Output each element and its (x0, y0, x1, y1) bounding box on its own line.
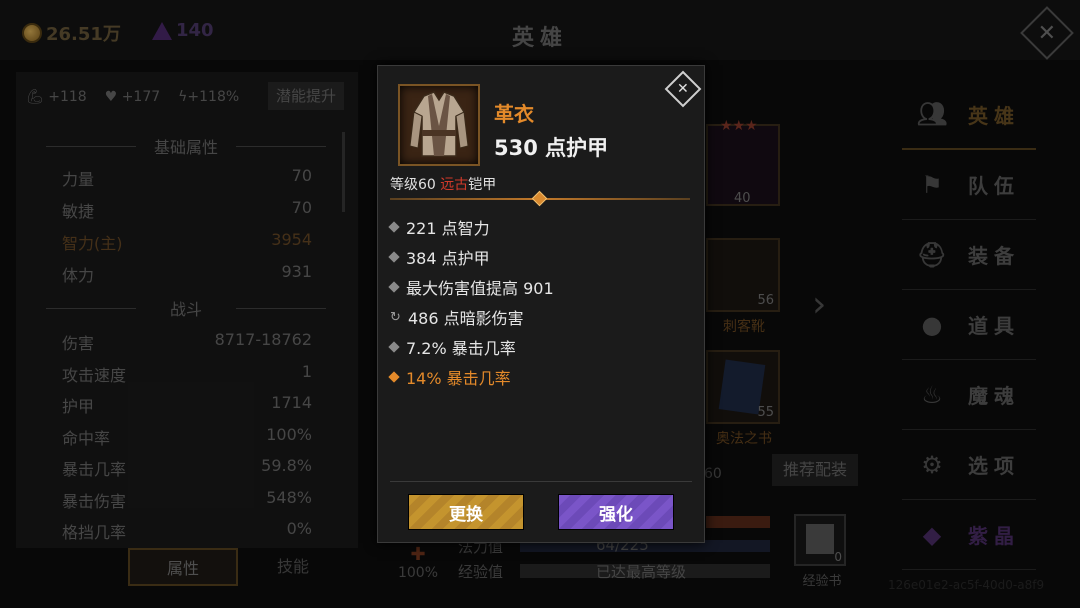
side-navigation: 👥︎ 英雄 ⚑ 队伍 ⛑︎ 装备 ● 道具 ♨ 魔魂 ⚙ 选项 ◆ 紫晶 (902, 80, 1036, 570)
next-arrow-icon[interactable]: › (812, 284, 826, 325)
combat-row-damage: 伤害 8717-18762 (62, 330, 312, 353)
health-bar-remnant (706, 516, 770, 528)
nav-item-amethyst[interactable]: ◆ 紫晶 (902, 500, 1036, 570)
exp-book-icon (806, 524, 834, 554)
exp-book-label: 经验书 (802, 574, 842, 589)
attr-row-agility: 敏捷 70 (62, 198, 312, 221)
attr-row-stamina: 体力 931 (62, 262, 312, 285)
upgrade-button[interactable]: 强化 (558, 494, 674, 530)
tab-attributes[interactable]: 属性 (128, 548, 239, 586)
heart-icon: ♥ (104, 89, 118, 105)
combat-row-attack-speed: 攻击速度 1 (62, 362, 312, 385)
close-icon: ✕ (677, 80, 689, 97)
bullet-diamond-icon (388, 341, 400, 353)
combat-header: 战斗 (46, 296, 326, 320)
nav-item-team[interactable]: ⚑ 队伍 (902, 150, 1036, 220)
attributes-panel: 💪︎ +118 ♥ +177 ϟ+118% 潜能提升 基础属性 力量 70 敏捷 7… (16, 72, 358, 548)
tab-skills[interactable]: 技能 (238, 548, 348, 586)
item-stat-intelligence: 221 点智力 (388, 215, 490, 239)
recommend-loadout-button[interactable]: 推荐配装 (772, 454, 858, 486)
top-bar: 26.51万 140 英雄 ✕ (0, 0, 1080, 60)
exp-book-count: 0 (834, 550, 842, 564)
item-stat-shadow-damage: ↻ 486 点暗影伤害 (390, 309, 524, 328)
reroll-icon: ↻ (390, 309, 401, 325)
item-stat-crit-chance: 7.2% 暴击几率 (388, 335, 516, 359)
item-armor-value: 530 点护甲 (494, 136, 609, 160)
item-level-line: 等级60 远古铠甲 (390, 174, 496, 194)
item-stat-max-damage: 最大伤害值提高 901 (388, 275, 554, 299)
flag-icon: ⚑ (921, 170, 949, 199)
leather-armor-icon (409, 91, 469, 157)
cross-icon: ✚ (410, 544, 426, 565)
exp-label: 经验值 (458, 563, 504, 581)
strength-bonus: 💪︎ +118 (26, 89, 87, 105)
bullet-diamond-icon (388, 281, 400, 293)
slot-name-book: 奥法之书 (716, 431, 772, 447)
replace-button[interactable]: 更换 (408, 494, 524, 530)
slot-level: 40 (734, 191, 751, 206)
item-rarity: 远古 (440, 177, 469, 193)
nav-item-soul[interactable]: ♨ 魔魂 (902, 360, 1036, 430)
attributes-scrollbar[interactable] (342, 132, 345, 212)
item-name: 革衣 (494, 102, 534, 126)
slot-level: 55 (757, 405, 774, 420)
attr-row-intelligence: 智力(主) 3954 (62, 230, 312, 253)
amethyst-icon: ◆ (922, 520, 948, 549)
page-title: 英雄 (511, 26, 568, 51)
modal-close-button[interactable]: ✕ (664, 70, 702, 108)
arm-icon: 💪︎ (26, 89, 44, 105)
exp-book-slot[interactable]: 0 (794, 514, 846, 566)
nav-item-equipment[interactable]: ⛑︎ 装备 (902, 220, 1036, 290)
item-detail-modal: 革衣 530 点护甲 ✕ 等级60 远古铠甲 221 点智力 384 点护甲 最… (377, 65, 705, 543)
left-panel-tabs: 属性 技能 (128, 548, 348, 586)
star-rating-icon: ★★★ (720, 118, 758, 134)
item-stat-crit-chance-legendary: 14% 暴击几率 (388, 365, 511, 389)
bullet-diamond-icon (388, 251, 400, 263)
helmet-icon: ⛑︎ (916, 240, 954, 269)
watermark-id: 126e01e2-ac5f-40d0-a8f9 (888, 578, 1045, 592)
slot-name-boots: 刺客靴 (723, 319, 765, 335)
basic-attributes-header: 基础属性 (46, 134, 326, 158)
power-bonus: ϟ+118% (178, 89, 240, 105)
item-stat-armor: 384 点护甲 (388, 245, 490, 269)
nav-item-items[interactable]: ● 道具 (902, 290, 1036, 360)
legendary-diamond-icon (388, 371, 400, 383)
nav-item-options[interactable]: ⚙ 选项 (902, 430, 1036, 500)
heroes-icon: 👥︎ (916, 100, 954, 128)
bullet-diamond-icon (388, 221, 400, 233)
bag-icon: ● (921, 310, 949, 339)
stamina-bonus: ♥ +177 (104, 89, 161, 105)
health-percent: ✚ 100% (392, 544, 444, 581)
item-portrait (398, 84, 480, 166)
combat-row-armor: 护甲 1714 (62, 393, 312, 416)
item-level: 等级60 (390, 177, 436, 193)
combat-row-crit-chance: 暴击几率 59.8% (62, 456, 312, 479)
exp-value: 已达最高等级 (596, 563, 687, 581)
potential-upgrade-button[interactable]: 潜能提升 (267, 82, 344, 110)
combat-row-block-chance: 格挡几率 0% (62, 519, 312, 542)
nav-item-heroes[interactable]: 👥︎ 英雄 (902, 80, 1036, 150)
divider-diamond-icon (531, 190, 548, 207)
item-type: 铠甲 (468, 177, 497, 193)
combat-row-hit-rate: 命中率 100% (62, 425, 312, 448)
equip-slot-boots[interactable]: 56 (706, 238, 780, 312)
attr-row-strength: 力量 70 (62, 166, 312, 189)
close-icon: ✕ (1037, 20, 1057, 46)
partial-slot-level: 60 (704, 466, 722, 482)
equip-slot-book[interactable]: 55 (706, 350, 780, 424)
flame-icon: ♨ (921, 380, 949, 409)
gear-icon: ⚙ (921, 450, 949, 479)
equip-slot-weapon[interactable]: ★★★ 40 (706, 118, 780, 206)
slot-level: 56 (757, 293, 774, 308)
modal-divider (390, 481, 692, 482)
combat-row-crit-damage: 暴击伤害 548% (62, 488, 312, 511)
